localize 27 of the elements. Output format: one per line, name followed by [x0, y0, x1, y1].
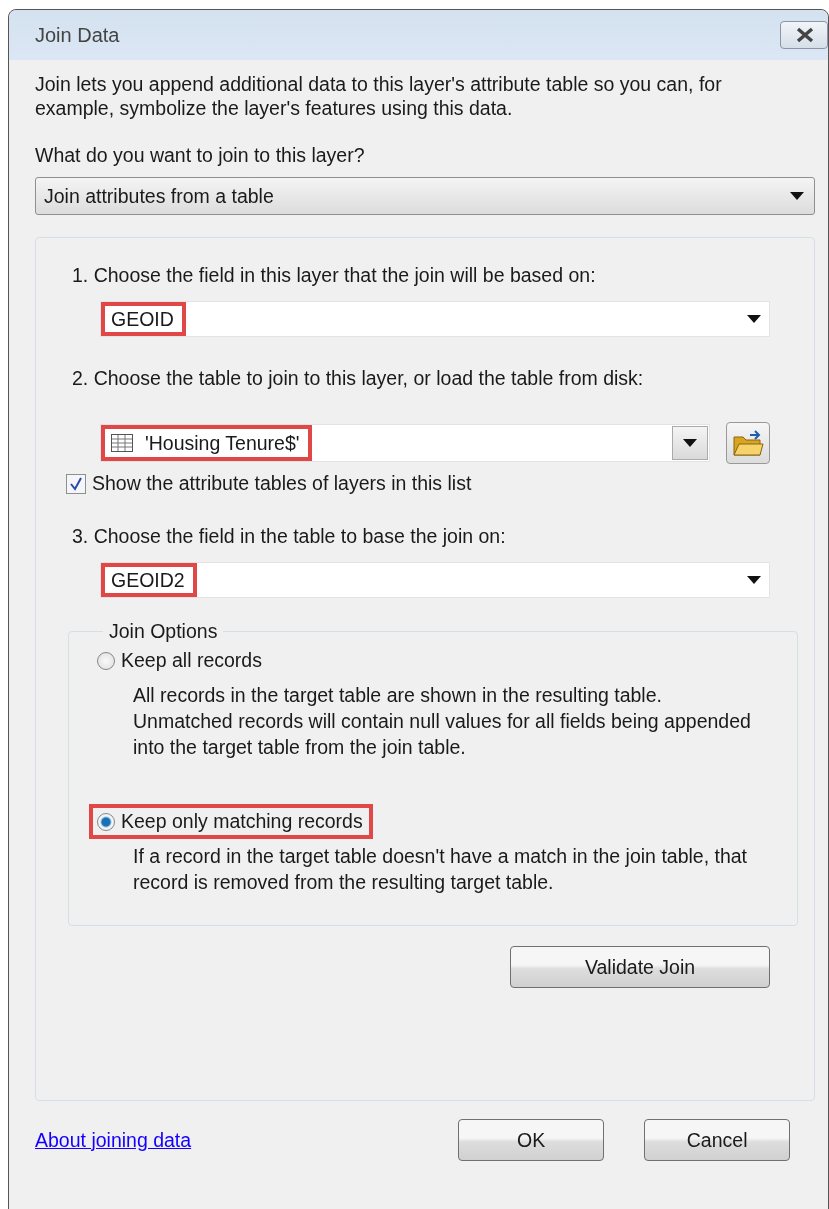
checkbox-label: Show the attribute tables of layers in this list	[92, 472, 472, 495]
table-dropdown[interactable]: 'Housing Tenure$'	[100, 424, 710, 462]
intro-text: Join lets you append additional data to this layer's attribute table so you can, for example, symbolize the layer's features using this data.	[35, 72, 723, 120]
group-title: Join Options	[108, 620, 219, 643]
radio-option[interactable]: Keep only matching records	[89, 804, 373, 839]
step-label: 2. Choose the table to join to this layer, or load the table from disk:	[72, 367, 645, 390]
step-label: 1. Choose the field in this layer that the join will be based on:	[72, 264, 597, 287]
join-type-dropdown[interactable]: Join attributes from a table	[35, 177, 815, 215]
field-value: GEOID	[111, 307, 174, 331]
cancel-button[interactable]: Cancel	[644, 1119, 791, 1161]
field-dropdown[interactable]: GEOID2	[100, 562, 770, 598]
radio-label: Keep all records	[121, 649, 262, 672]
option-description: If a record in the target table doesn't have a match in the join table, that record is removed from the resulting target table.	[133, 844, 749, 895]
field-value: GEOID2	[111, 568, 185, 592]
radio-option[interactable]: Keep all records	[89, 643, 272, 678]
field-dropdown[interactable]: GEOID	[100, 301, 770, 337]
field-value: 'Housing Tenure$'	[145, 431, 300, 455]
step-label: 3. Choose the field in the table to base the join on:	[72, 525, 507, 548]
ok-button[interactable]: OK	[458, 1119, 605, 1161]
dropdown-value: Join attributes from a table	[44, 184, 274, 208]
help-link[interactable]: About joining data	[35, 1128, 192, 1152]
show-tables-checkbox[interactable]: Show the attribute tables of layers in this list	[66, 472, 814, 495]
question-label: What do you want to join to this layer?	[35, 144, 366, 167]
radio-label: Keep only matching records	[121, 810, 363, 833]
option-description: All records in the target table are shown in the resulting table. Unmatched records will contain null values for all fields being appended into the target table from the join table.	[133, 683, 752, 760]
validate-join-button[interactable]: Validate Join	[510, 946, 770, 988]
window-title: Join Data	[35, 23, 120, 47]
